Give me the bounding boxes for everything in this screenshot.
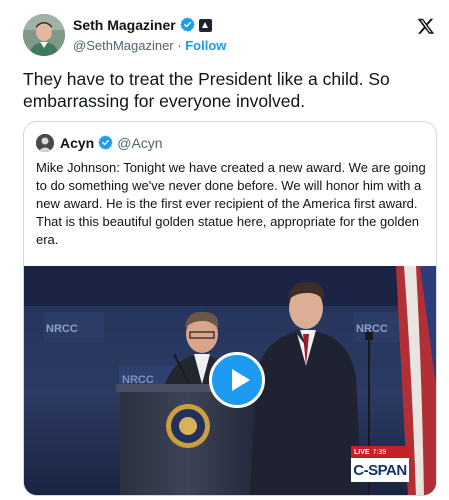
broadcast-bug: LIVE 7:39 C-SPAN [351, 446, 409, 484]
tweet-text: They have to treat the President like a … [23, 69, 390, 111]
author-name-row[interactable]: Seth Magaziner [73, 17, 212, 35]
stage-sign-left: NRCC [46, 323, 78, 335]
quoted-tweet[interactable]: Acyn @Acyn Mike Johnson: Tonight we have … [23, 121, 437, 496]
cspan-logo: C-SPAN [351, 458, 409, 482]
author-handle-row: @SethMagaziner · Follow [73, 38, 226, 53]
x-logo-icon[interactable] [417, 17, 435, 35]
author-handle[interactable]: @SethMagaziner [73, 38, 174, 53]
embedded-tweet-card: Seth Magaziner @SethMagaziner · Follow T… [0, 0, 449, 500]
author-avatar[interactable] [23, 14, 65, 56]
quoted-handle: @Acyn [117, 135, 163, 151]
live-label: LIVE [354, 448, 370, 456]
quoted-author-name-row: Acyn @Acyn [60, 135, 163, 153]
quoted-author-avatar [36, 134, 54, 152]
quoted-verified-badge-icon [98, 135, 113, 153]
affiliation-badge-icon [198, 19, 212, 32]
play-icon[interactable] [209, 352, 265, 408]
video-player[interactable]: NRCC NRCC NRCC LIVE 7:39 C-SPAN [24, 266, 436, 495]
author-display-name[interactable]: Seth Magaziner [73, 17, 176, 33]
verified-badge-icon [180, 17, 195, 35]
quoted-display-name: Acyn [60, 135, 95, 151]
separator-dot: · [177, 38, 182, 53]
live-time: 7:39 [372, 448, 387, 456]
follow-button[interactable]: Follow [185, 38, 226, 53]
quoted-tweet-text: Mike Johnson: Tonight we have created a … [36, 160, 426, 247]
